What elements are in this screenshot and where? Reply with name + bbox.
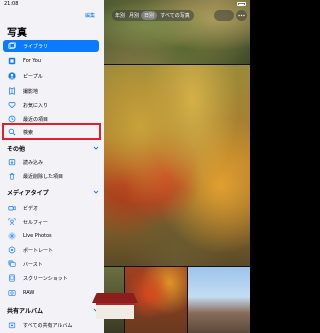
sidebar-item-label: Live Photos <box>23 233 52 239</box>
sidebar-item-label: セルフィー <box>23 219 48 226</box>
sidebar-item-label: バースト <box>23 261 43 268</box>
sidebar-item-raw[interactable]: RAW <box>3 287 99 299</box>
sidebar-item-label: 読み込み <box>23 159 44 166</box>
chevron-down-icon <box>93 190 99 194</box>
photo-thumbnail[interactable] <box>104 65 250 266</box>
shared-album-icon <box>7 320 17 330</box>
status-time: 21:08 <box>4 1 19 7</box>
selfie-icon <box>7 217 17 227</box>
section-header-media-types[interactable]: メディアタイプ <box>7 187 99 197</box>
photo-library-icon <box>7 41 17 51</box>
sidebar-item-label: For You <box>23 58 42 64</box>
import-icon <box>7 157 17 167</box>
sidebar-item-videos[interactable]: ビデオ <box>3 202 99 214</box>
sidebar-item-label: ポートレート <box>23 247 54 254</box>
sidebar-item-for-you[interactable]: For You <box>3 55 99 67</box>
section-header-shared-albums[interactable]: 共有アルバム <box>7 305 99 315</box>
sidebar-item-label: スクリーンショット <box>23 275 68 282</box>
section-title: メディアタイプ <box>7 189 49 197</box>
screenshot-icon <box>7 273 17 283</box>
section-title: 共有アルバム <box>7 307 43 315</box>
shrine-roof-graphic <box>92 293 138 303</box>
segment-months[interactable]: 月別 <box>127 11 141 20</box>
for-you-icon <box>7 56 17 66</box>
video-icon <box>7 203 17 213</box>
more-button[interactable] <box>236 10 247 21</box>
burst-icon <box>7 259 17 269</box>
trash-icon <box>7 171 17 181</box>
sidebar-item-portrait[interactable]: ポートレート <box>3 244 99 256</box>
sidebar-item-favorites[interactable]: お気に入り <box>3 99 99 111</box>
sidebar-item-places[interactable]: 撮影地 <box>3 85 99 97</box>
photo-thumbnail[interactable] <box>188 267 250 333</box>
edit-button[interactable]: 編集 <box>85 12 95 19</box>
segment-all-photos[interactable]: すべての写真 <box>157 11 193 20</box>
heart-icon <box>7 100 17 110</box>
sidebar-item-label: すべての共有アルバム <box>23 322 73 329</box>
sidebar-item-all-shared-albums[interactable]: すべての共有アルバム <box>3 319 99 331</box>
segment-days[interactable]: 日別 <box>141 11 157 20</box>
section-title: その他 <box>7 145 26 153</box>
sidebar-item-label: ピープル <box>23 73 43 80</box>
sidebar-item-imports[interactable]: 読み込み <box>3 156 99 168</box>
highlight-box <box>2 123 101 140</box>
sidebar-item-label: 撮影地 <box>23 88 39 95</box>
sidebar-item-library[interactable]: ライブラリ <box>3 40 99 52</box>
view-segmented-control: 年別 月別 日別 すべての写真 <box>112 10 194 21</box>
sidebar-title: 写真 <box>7 28 27 39</box>
sidebar-item-bursts[interactable]: バースト <box>3 258 99 270</box>
sidebar-item-label: ビデオ <box>23 205 39 212</box>
segment-years[interactable]: 年別 <box>113 11 127 20</box>
raw-icon <box>7 288 17 298</box>
live-photo-icon <box>7 231 17 241</box>
sidebar-item-label: RAW <box>23 290 35 296</box>
sidebar-item-recently-deleted[interactable]: 最近削除した項目 <box>3 170 99 182</box>
status-indicators <box>228 1 246 7</box>
photo-library-grid <box>104 0 250 333</box>
section-header-other[interactable]: その他 <box>7 143 99 153</box>
select-button[interactable] <box>214 10 234 21</box>
sidebar-item-selfies[interactable]: セルフィー <box>3 216 99 228</box>
sidebar-item-label: 最近の項目 <box>23 116 49 123</box>
sidebar: 21:08 編集 写真 ライブラリ For You ピープル 撮影地 お気に入り <box>0 0 104 333</box>
sidebar-item-label: お気に入り <box>23 102 49 109</box>
sidebar-item-live-photos[interactable]: Live Photos <box>3 230 99 242</box>
map-pin-icon <box>7 86 17 96</box>
sidebar-item-people[interactable]: ピープル <box>3 70 99 82</box>
battery-icon <box>237 2 246 6</box>
sidebar-item-screenshots[interactable]: スクリーンショット <box>3 272 99 284</box>
shrine-body-graphic <box>96 303 134 319</box>
chevron-down-icon <box>93 146 99 150</box>
people-icon <box>7 71 17 81</box>
sidebar-item-label: ライブラリ <box>23 43 49 50</box>
portrait-icon <box>7 245 17 255</box>
ellipsis-icon <box>238 14 245 17</box>
sidebar-item-label: 最近削除した項目 <box>23 173 64 180</box>
